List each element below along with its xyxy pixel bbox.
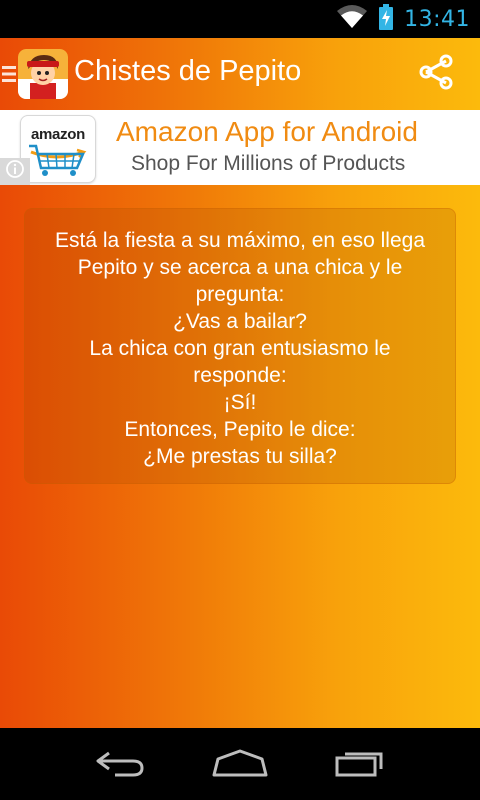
app-title: Chistes de Pepito	[74, 55, 302, 87]
ad-info-button[interactable]	[0, 158, 30, 185]
back-button[interactable]	[80, 742, 160, 788]
app-content: Chistes de Pepito amazon Amazon App for …	[0, 38, 480, 728]
joke-line: Está la fiesta a su máximo, en eso llega	[54, 229, 426, 252]
joke-line: La chica con gran entusiasmo le	[89, 337, 391, 360]
ad-logo-text: amazon	[30, 126, 86, 143]
ad-logo: amazon	[20, 115, 96, 183]
back-icon	[93, 748, 147, 783]
status-bar: 13:41	[0, 0, 480, 38]
battery-charging-icon	[378, 3, 394, 35]
home-button[interactable]	[200, 742, 280, 788]
action-bar: Chistes de Pepito	[0, 38, 480, 110]
joke-line: ¿Me prestas tu silla?	[143, 445, 337, 468]
ad-banner[interactable]: amazon Amazon App for Android Shop For M…	[0, 110, 480, 185]
drawer-menu-icon[interactable]	[2, 65, 16, 83]
joke-line: pregunta:	[195, 283, 285, 306]
joke-line: responde:	[193, 364, 287, 387]
joke-line: Pepito y se acerca a una chica y le	[77, 256, 403, 279]
joke-card: Está la fiesta a su máximo, en eso llega…	[24, 208, 456, 484]
info-icon	[5, 159, 25, 184]
recent-apps-button[interactable]	[320, 742, 400, 788]
status-time: 13:41	[404, 6, 470, 32]
joke-line: Entonces, Pepito le dice:	[124, 418, 356, 441]
joke-line: ¡Sí!	[223, 391, 257, 414]
ad-headline: Amazon App for Android	[116, 116, 418, 147]
share-button[interactable]	[412, 52, 460, 96]
app-logo[interactable]	[18, 49, 68, 99]
shopping-cart-icon	[27, 144, 89, 183]
share-icon	[417, 53, 455, 96]
wifi-icon	[336, 4, 368, 34]
recent-apps-icon	[333, 748, 387, 783]
navigation-bar	[0, 728, 480, 800]
joke-line: ¿Vas a bailar?	[173, 310, 307, 333]
status-icons: 13:41	[336, 0, 470, 38]
home-icon	[211, 748, 269, 783]
ad-subline: Shop For Millions of Products	[131, 152, 406, 175]
